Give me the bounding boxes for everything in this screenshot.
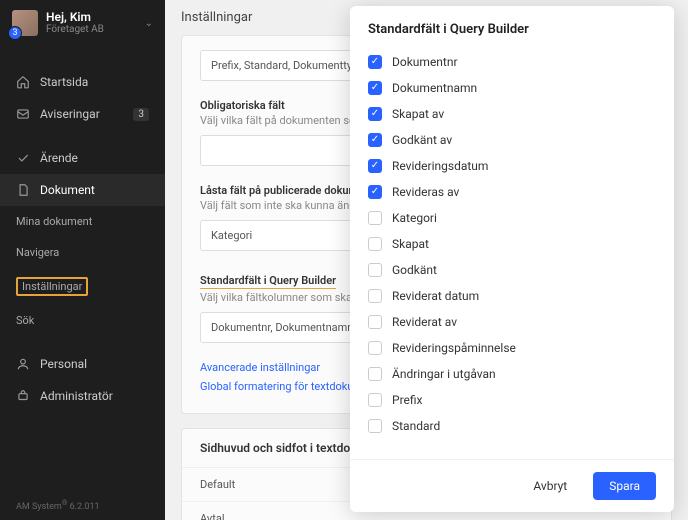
user-block[interactable]: 3 Hej, Kim Företaget AB ⌄ <box>0 0 165 46</box>
checkbox-label: Dokumentnr <box>392 55 458 69</box>
subnav-navigera[interactable]: Navigera <box>0 237 165 268</box>
check-icon <box>16 151 30 165</box>
checkbox-row[interactable]: Reviderat datum <box>368 283 656 309</box>
checkbox[interactable] <box>368 367 382 381</box>
modal-footer: Avbryt Spara <box>350 459 674 512</box>
checkbox-label: Ändringar i utgåvan <box>392 367 496 381</box>
checkbox[interactable] <box>368 107 382 121</box>
checkbox[interactable] <box>368 159 382 173</box>
checkbox[interactable] <box>368 263 382 277</box>
checkbox[interactable] <box>368 185 382 199</box>
nav-dokument[interactable]: Dokument <box>0 174 165 206</box>
nav-ärende[interactable]: Ärende <box>0 142 165 174</box>
nav-administratör[interactable]: Administratör <box>0 380 165 412</box>
checkbox-row[interactable]: Kategori <box>368 205 656 231</box>
checkbox-row[interactable]: Revideringspåminnelse <box>368 335 656 361</box>
checkbox[interactable] <box>368 133 382 147</box>
checkbox-label: Standard <box>392 419 440 433</box>
home-icon <box>16 75 30 89</box>
checkbox[interactable] <box>368 237 382 251</box>
checkbox-row[interactable]: Revideringsdatum <box>368 153 656 179</box>
checkbox[interactable] <box>368 55 382 69</box>
inbox-icon <box>16 107 30 121</box>
admin-icon <box>16 389 30 403</box>
user-company: Företaget AB <box>46 24 137 36</box>
checkbox[interactable] <box>368 419 382 433</box>
checkbox-row[interactable]: Ändringar i utgåvan <box>368 361 656 387</box>
nav: StartsidaAviseringar3 ÄrendeDokumentMina … <box>0 46 165 491</box>
checkbox-label: Skapat av <box>392 107 444 121</box>
modal-body[interactable]: Dokumentnr Dokumentnamn Skapat av Godkänt a… <box>350 49 674 459</box>
avatar: 3 <box>12 10 38 36</box>
chevron-down-icon: ⌄ <box>145 18 153 29</box>
modal: Standardfält i Query Builder DokumentnrD… <box>350 6 674 512</box>
checkbox-label: Reviderat datum <box>392 289 479 303</box>
checkbox-label: Dokumentnamn <box>392 81 477 95</box>
footer: AM System® 6.2.011 <box>0 491 165 520</box>
sidebar: 3 Hej, Kim Företaget AB ⌄ StartsidaAvise… <box>0 0 165 520</box>
nav-badge: 3 <box>133 108 149 121</box>
cancel-button[interactable]: Avbryt <box>517 472 583 500</box>
subnav-sök[interactable]: Sök <box>0 305 165 336</box>
checkbox-row[interactable]: Reviderat av <box>368 309 656 335</box>
checkbox[interactable] <box>368 315 382 329</box>
checkbox[interactable] <box>368 341 382 355</box>
document-icon <box>16 183 30 197</box>
checkbox-row[interactable]: Dokumentnr <box>368 49 656 75</box>
checkbox-row[interactable]: Godkänt <box>368 257 656 283</box>
nav-startsida[interactable]: Startsida <box>0 66 165 98</box>
checkbox-label: Revideringspåminnelse <box>392 341 516 355</box>
avatar-badge: 3 <box>8 26 22 40</box>
checkbox-label: Skapat <box>392 237 429 251</box>
checkbox-label: Revideras av <box>392 185 459 199</box>
checkbox-label: Revideringsdatum <box>392 159 488 173</box>
checkbox-label: Reviderat av <box>392 315 457 329</box>
person-icon <box>16 357 30 371</box>
checkbox-row[interactable]: Godkänt av <box>368 127 656 153</box>
checkbox-label: Kategori <box>392 211 437 225</box>
modal-title: Standardfält i Query Builder <box>350 6 674 49</box>
section-label: Standardfält i Query Builder <box>200 274 336 289</box>
checkbox-row[interactable]: Revideras av <box>368 179 656 205</box>
subnav-inställningar[interactable]: Inställningar <box>0 268 165 305</box>
checkbox[interactable] <box>368 289 382 303</box>
checkbox-row[interactable]: Skapat <box>368 231 656 257</box>
checkbox-row[interactable]: Skapat av <box>368 101 656 127</box>
subnav-mina-dokument[interactable]: Mina dokument <box>0 206 165 237</box>
checkbox[interactable] <box>368 393 382 407</box>
save-button[interactable]: Spara <box>593 472 656 500</box>
nav-personal[interactable]: Personal <box>0 348 165 380</box>
checkbox-label: Godkänt av <box>392 133 452 147</box>
user-greeting: Hej, Kim <box>46 10 137 24</box>
checkbox-row[interactable]: Standard <box>368 413 656 439</box>
checkbox-row[interactable]: Prefix <box>368 387 656 413</box>
nav-aviseringar[interactable]: Aviseringar3 <box>0 98 165 130</box>
checkbox-label: Prefix <box>392 393 423 407</box>
checkbox[interactable] <box>368 81 382 95</box>
checkbox-label: Godkänt <box>392 263 437 277</box>
checkbox-row[interactable]: Dokumentnamn <box>368 75 656 101</box>
checkbox[interactable] <box>368 211 382 225</box>
